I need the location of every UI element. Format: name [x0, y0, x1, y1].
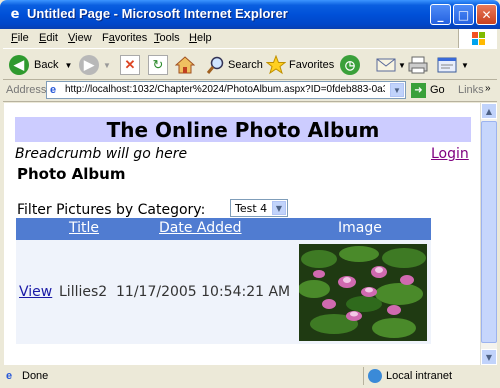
refresh-icon: ↻: [148, 55, 168, 75]
category-select[interactable]: Test 4 ▼: [230, 199, 288, 217]
address-label: Address: [6, 84, 47, 96]
links-expand-icon[interactable]: »: [485, 83, 491, 94]
status-bar: e Done Local intranet: [3, 366, 497, 386]
favorites-icon: [266, 55, 286, 75]
status-text: Done: [22, 370, 49, 382]
refresh-button[interactable]: ↻: [148, 54, 168, 76]
page-title: Photo Album: [17, 165, 126, 183]
edit-button[interactable]: ▼: [437, 54, 469, 76]
back-button[interactable]: ◀ Back ▼: [9, 54, 72, 76]
address-dropdown-icon[interactable]: ▼: [390, 83, 404, 97]
print-icon: [408, 56, 428, 74]
browser-window: e Untitled Page - Microsoft Internet Exp…: [0, 0, 500, 388]
page-content: The Online Photo Album Breadcrumb will g…: [4, 103, 480, 365]
menu-bar: File Edit View Favorites Tools Help: [3, 29, 497, 48]
go-button[interactable]: ➜ Go: [411, 81, 445, 99]
scroll-thumb[interactable]: [481, 121, 497, 343]
menu-help[interactable]: Help: [189, 32, 212, 44]
page-done-icon: e: [6, 370, 13, 382]
address-input[interactable]: e http://localhost:1032/Chapter%2024/Pho…: [46, 81, 406, 99]
stop-icon: ✕: [120, 55, 140, 75]
mail-icon: [376, 58, 396, 72]
menu-view[interactable]: View: [68, 32, 92, 44]
vertical-scrollbar[interactable]: ▲ ▼: [480, 103, 497, 365]
breadcrumb: Breadcrumb will go here: [15, 146, 188, 162]
category-selected-value: Test 4: [235, 202, 268, 215]
favorites-button[interactable]: Favorites: [266, 54, 334, 76]
chevron-down-icon: ▼: [272, 201, 286, 215]
home-button[interactable]: [175, 54, 195, 76]
edit-icon: [437, 57, 457, 73]
history-icon: ◷: [340, 55, 360, 75]
search-icon: [206, 56, 224, 74]
menu-tools[interactable]: Tools: [154, 32, 180, 44]
windows-logo-icon: [458, 29, 497, 48]
photo-title: Lillies2: [59, 284, 108, 300]
scroll-down-icon[interactable]: ▼: [481, 349, 497, 365]
photo-thumbnail[interactable]: [299, 244, 427, 341]
scroll-up-icon[interactable]: ▲: [481, 103, 497, 119]
mail-dropdown-icon[interactable]: ▼: [398, 61, 406, 70]
home-icon: [175, 56, 195, 74]
forward-button[interactable]: ▶ ▼: [79, 54, 111, 76]
history-button[interactable]: ◷: [340, 54, 360, 76]
go-arrow-icon: ➜: [411, 82, 426, 98]
back-dropdown-icon[interactable]: ▼: [64, 61, 72, 70]
edit-dropdown-icon[interactable]: ▼: [461, 61, 469, 70]
standard-toolbar: ◀ Back ▼ ▶ ▼ ✕ ↻ Search Favorites ◷ ▼ ▼: [3, 48, 497, 80]
ie-icon: e: [10, 7, 20, 22]
view-link[interactable]: View: [19, 284, 52, 300]
search-button[interactable]: Search: [205, 54, 263, 76]
page-icon: e: [50, 84, 57, 96]
stop-button[interactable]: ✕: [120, 54, 140, 76]
window-title: Untitled Page - Microsoft Internet Explo…: [27, 6, 288, 21]
title-column-header[interactable]: Title: [69, 220, 99, 236]
menu-file[interactable]: File: [11, 32, 29, 44]
mail-button[interactable]: ▼: [376, 54, 406, 76]
forward-icon: ▶: [79, 55, 99, 75]
menu-favorites[interactable]: Favorites: [102, 32, 147, 44]
security-zone-label: Local intranet: [386, 370, 453, 382]
minimize-button[interactable]: _: [430, 4, 451, 25]
page-banner: The Online Photo Album: [15, 117, 471, 142]
login-link[interactable]: Login: [431, 146, 469, 162]
status-divider: [363, 367, 364, 385]
title-bar[interactable]: e Untitled Page - Microsoft Internet Exp…: [0, 0, 500, 29]
filter-label: Filter Pictures by Category:: [17, 202, 206, 218]
image-column-header: Image: [338, 220, 382, 236]
address-url: http://localhost:1032/Chapter%2024/Photo…: [65, 84, 385, 95]
maximize-button[interactable]: □: [453, 4, 474, 25]
address-bar: Address e http://localhost:1032/Chapter%…: [3, 79, 497, 102]
close-button[interactable]: ✕: [476, 4, 497, 25]
date-added-column-header[interactable]: Date Added: [159, 220, 242, 236]
photo-date: 11/17/2005 10:54:21 AM: [116, 284, 291, 300]
print-button[interactable]: [408, 54, 428, 76]
intranet-zone-icon: [368, 369, 382, 383]
table-row: View Lillies2 11/17/2005 10:54:21 AM: [16, 240, 431, 344]
back-icon: ◀: [9, 55, 29, 75]
grid-header: Title Date Added Image: [16, 218, 431, 240]
forward-dropdown-icon[interactable]: ▼: [103, 61, 111, 70]
menu-edit[interactable]: Edit: [39, 32, 58, 44]
links-label[interactable]: Links: [458, 84, 484, 96]
